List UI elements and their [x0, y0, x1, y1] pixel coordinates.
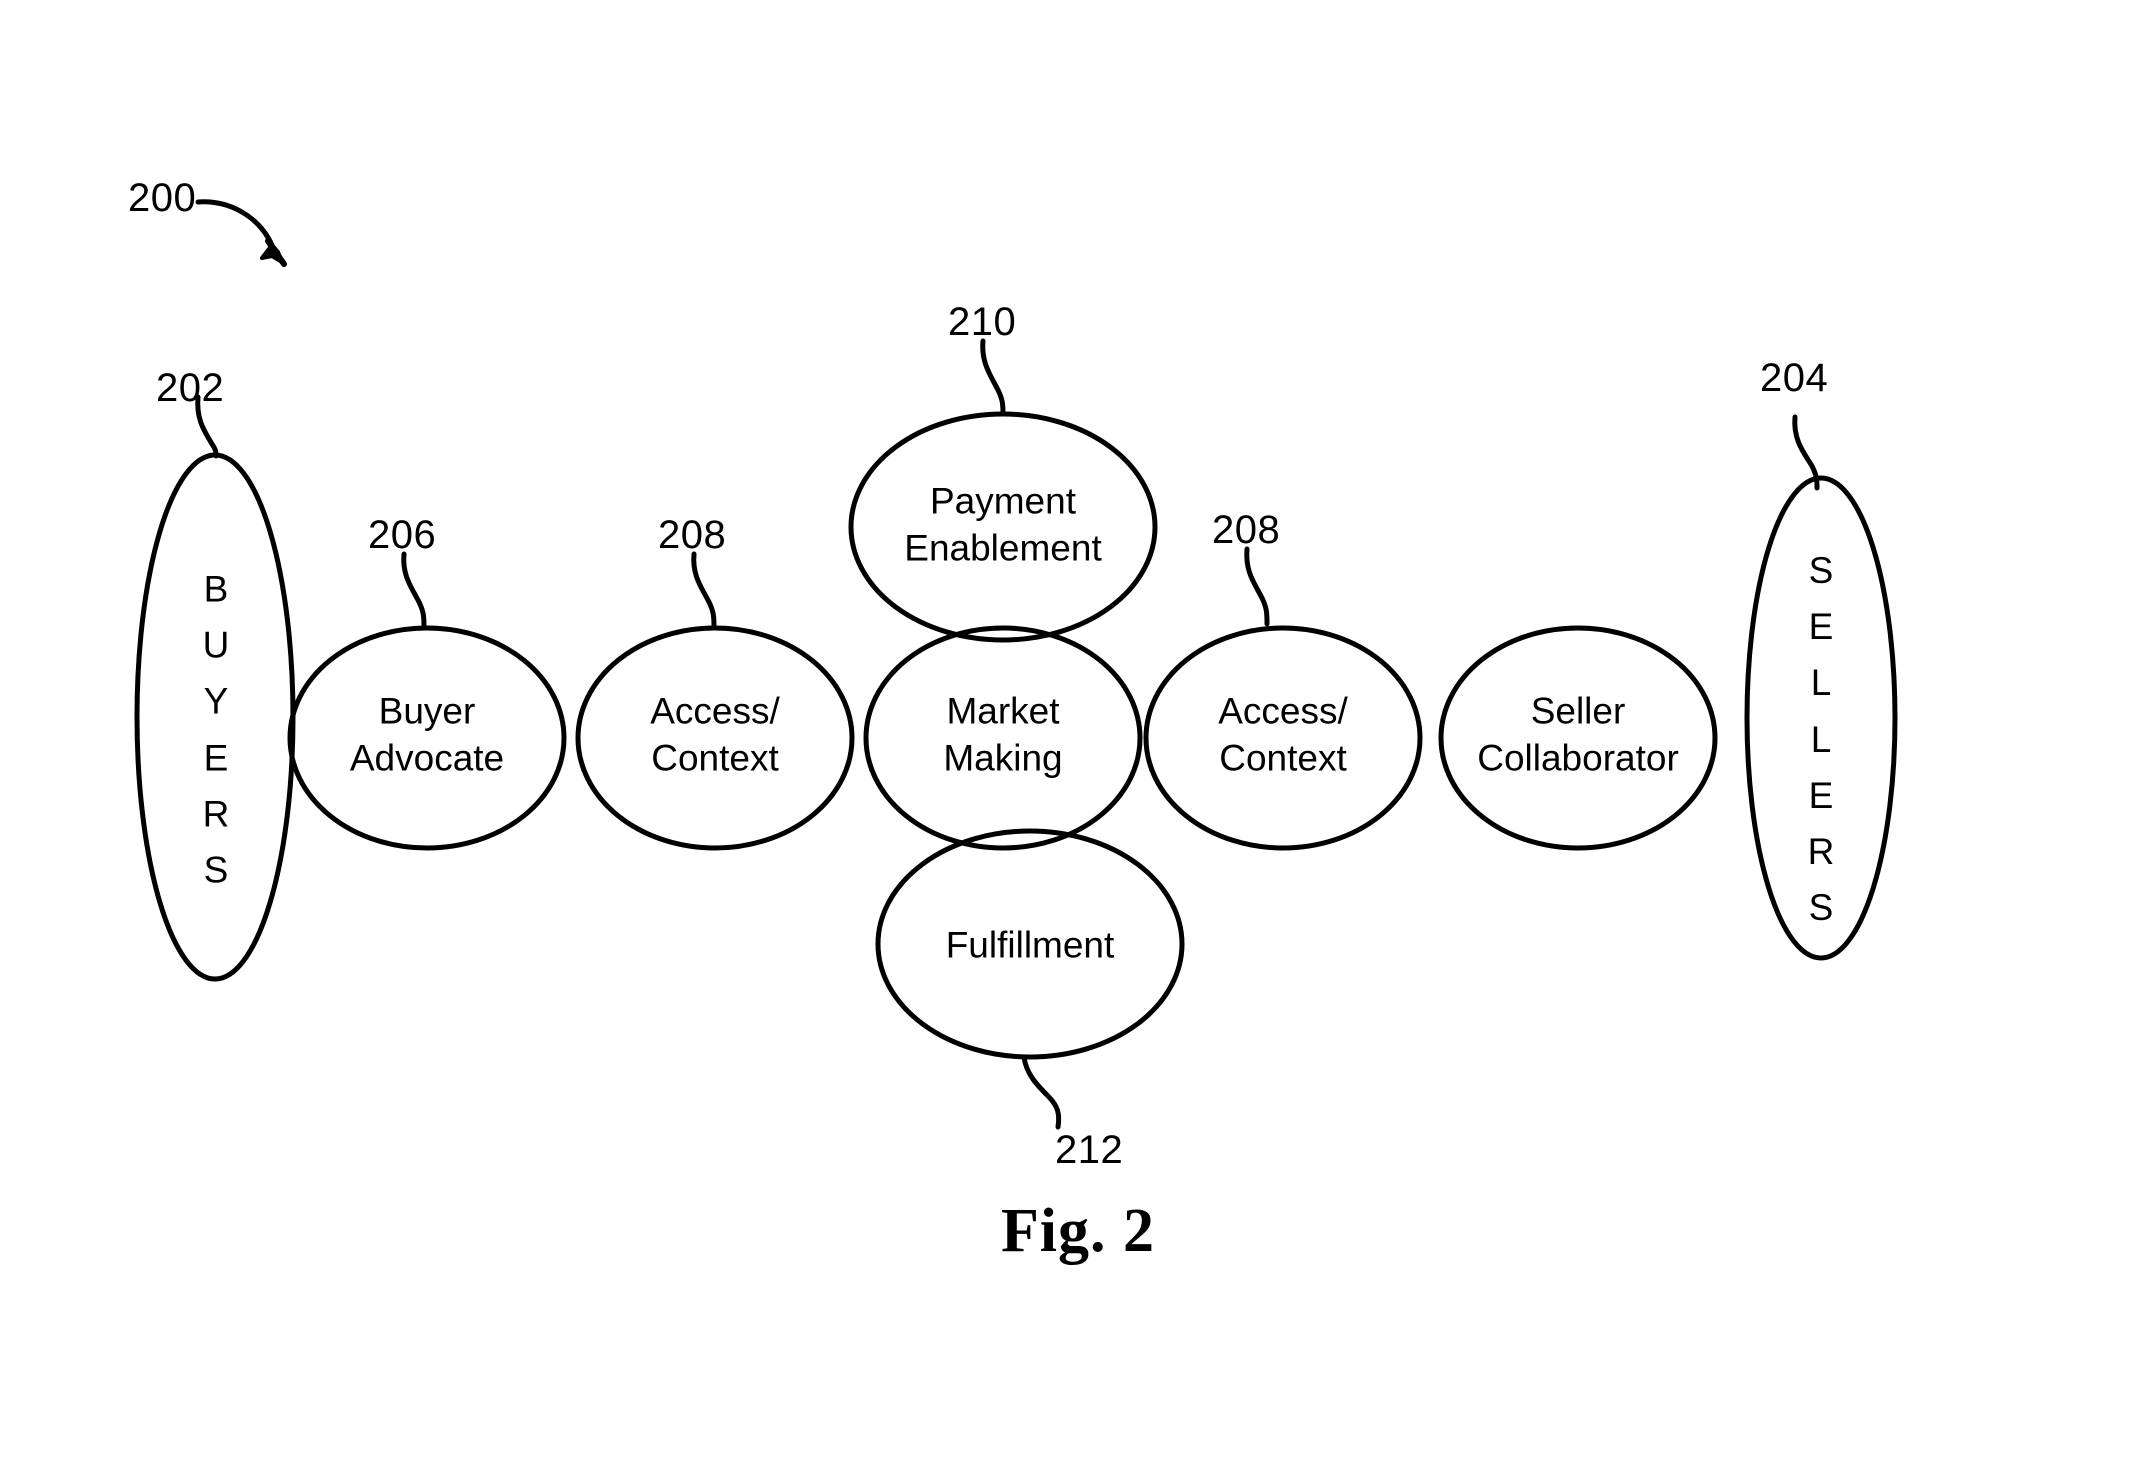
figure-caption: Fig. 2: [1000, 1197, 1156, 1265]
label-market-making: Market Making: [943, 690, 1063, 779]
ref-numeral-202: 202: [156, 366, 225, 410]
label-access-context-left: Access/ Context: [650, 690, 780, 779]
label-seller-collaborator: Seller Collaborator: [1477, 690, 1679, 779]
sellers-char-5: R: [1807, 831, 1835, 873]
ref-numeral-200: 200: [128, 176, 197, 220]
leader-208-right: [1244, 546, 1270, 627]
buyers-char-2: Y: [203, 680, 229, 722]
leader-208-left: [691, 551, 717, 631]
ref-numeral-206: 206: [368, 513, 437, 557]
sellers-char-1: E: [1808, 606, 1834, 648]
label-access-context-right: Access/ Context: [1218, 690, 1348, 779]
buyers-char-3: E: [203, 737, 229, 778]
sellers-char-3: L: [1810, 718, 1832, 760]
sellers-char-0: S: [1808, 550, 1834, 592]
leader-204: [1792, 414, 1820, 491]
label-buyers: BUYERS: [203, 561, 230, 898]
leader-200: [195, 199, 287, 267]
sellers-char-4: E: [1808, 775, 1834, 817]
ref-numeral-204: 204: [1760, 356, 1829, 400]
buyers-char-0: B: [203, 568, 229, 610]
buyers-char-5: S: [203, 849, 229, 891]
ref-numeral-208-left: 208: [658, 513, 727, 557]
buyers-char-1: U: [202, 624, 230, 666]
ref-numeral-208-right: 208: [1212, 508, 1281, 552]
ref-numeral-212: 212: [1055, 1128, 1124, 1172]
buyers-char-4: R: [202, 793, 230, 835]
sellers-char-6: S: [1808, 887, 1834, 929]
leader-212: [1021, 1054, 1062, 1130]
patent-figure: 200 202 204 206 208 208 210 212 BUYERS S…: [0, 0, 2156, 1466]
label-buyer-advocate: Buyer Advocate: [349, 690, 505, 779]
label-sellers: SELLERS: [1808, 543, 1835, 937]
label-payment-enablement: Payment Enablement: [904, 480, 1102, 569]
sellers-char-2: L: [1810, 662, 1832, 704]
ref-numeral-210: 210: [948, 300, 1017, 344]
label-fulfillment: Fulfillment: [945, 924, 1115, 966]
leader-206: [401, 551, 427, 631]
leader-210: [980, 338, 1006, 417]
